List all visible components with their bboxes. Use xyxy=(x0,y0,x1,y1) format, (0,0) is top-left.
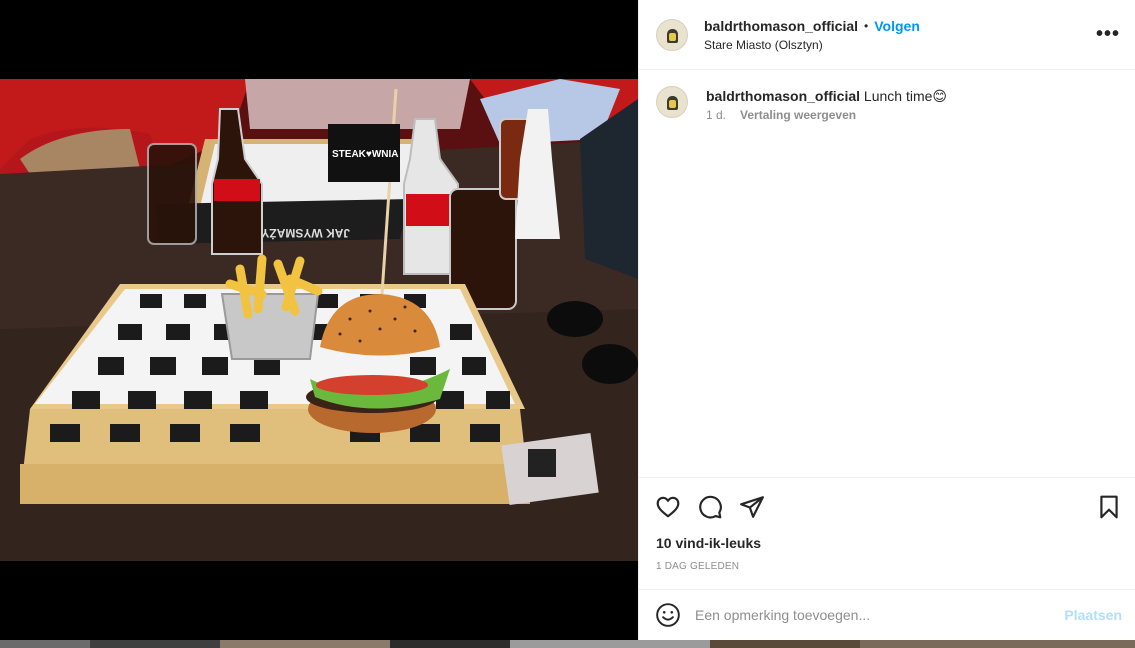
actions-area: 10 vind-ik-leuks 1 DAG GELEDEN xyxy=(639,477,1135,589)
likes-count[interactable]: 10 vind-ik-leuks xyxy=(656,535,761,551)
caption: baldrthomason_official Lunch time😊 1 d. … xyxy=(656,86,947,122)
bookmark-icon[interactable] xyxy=(1096,494,1122,520)
caption-text: Lunch time😊 xyxy=(863,88,947,104)
flag-text: STEAK♥WNIA xyxy=(332,149,399,160)
post-timestamp[interactable]: 1 DAG GELEDEN xyxy=(656,561,739,572)
share-icon[interactable] xyxy=(739,494,765,520)
avatar[interactable] xyxy=(656,18,688,51)
post-header: baldrthomason_official • Volgen Stare Mi… xyxy=(639,0,1135,70)
location-link[interactable]: Stare Miasto (Olsztyn) xyxy=(704,38,920,52)
comment-form: Plaatsen xyxy=(639,589,1135,640)
post-media: JAK WYSMAŻYĆ STEAK♥WNIA xyxy=(0,0,638,640)
separator-dot: • xyxy=(864,18,869,33)
placemat-text: JAK WYSMAŻYĆ xyxy=(252,226,350,241)
username-link[interactable]: baldrthomason_official xyxy=(704,18,858,34)
emoji-icon[interactable] xyxy=(655,602,681,628)
caption-avatar[interactable] xyxy=(656,86,688,118)
heart-icon[interactable] xyxy=(655,494,681,520)
caption-age: 1 d. xyxy=(706,108,727,122)
translate-button[interactable]: Vertaling weergeven xyxy=(740,108,856,122)
comment-icon[interactable] xyxy=(697,494,723,520)
background-strip xyxy=(0,640,1135,648)
post-side-panel: baldrthomason_official • Volgen Stare Mi… xyxy=(638,0,1135,640)
comment-input[interactable] xyxy=(695,607,1035,623)
post-comment-button[interactable]: Plaatsen xyxy=(1064,607,1122,623)
follow-button[interactable]: Volgen xyxy=(874,18,920,34)
more-icon[interactable]: ••• xyxy=(1096,24,1120,44)
caption-username[interactable]: baldrthomason_official xyxy=(706,88,860,104)
post-photo[interactable]: JAK WYSMAŻYĆ STEAK♥WNIA xyxy=(0,79,638,561)
